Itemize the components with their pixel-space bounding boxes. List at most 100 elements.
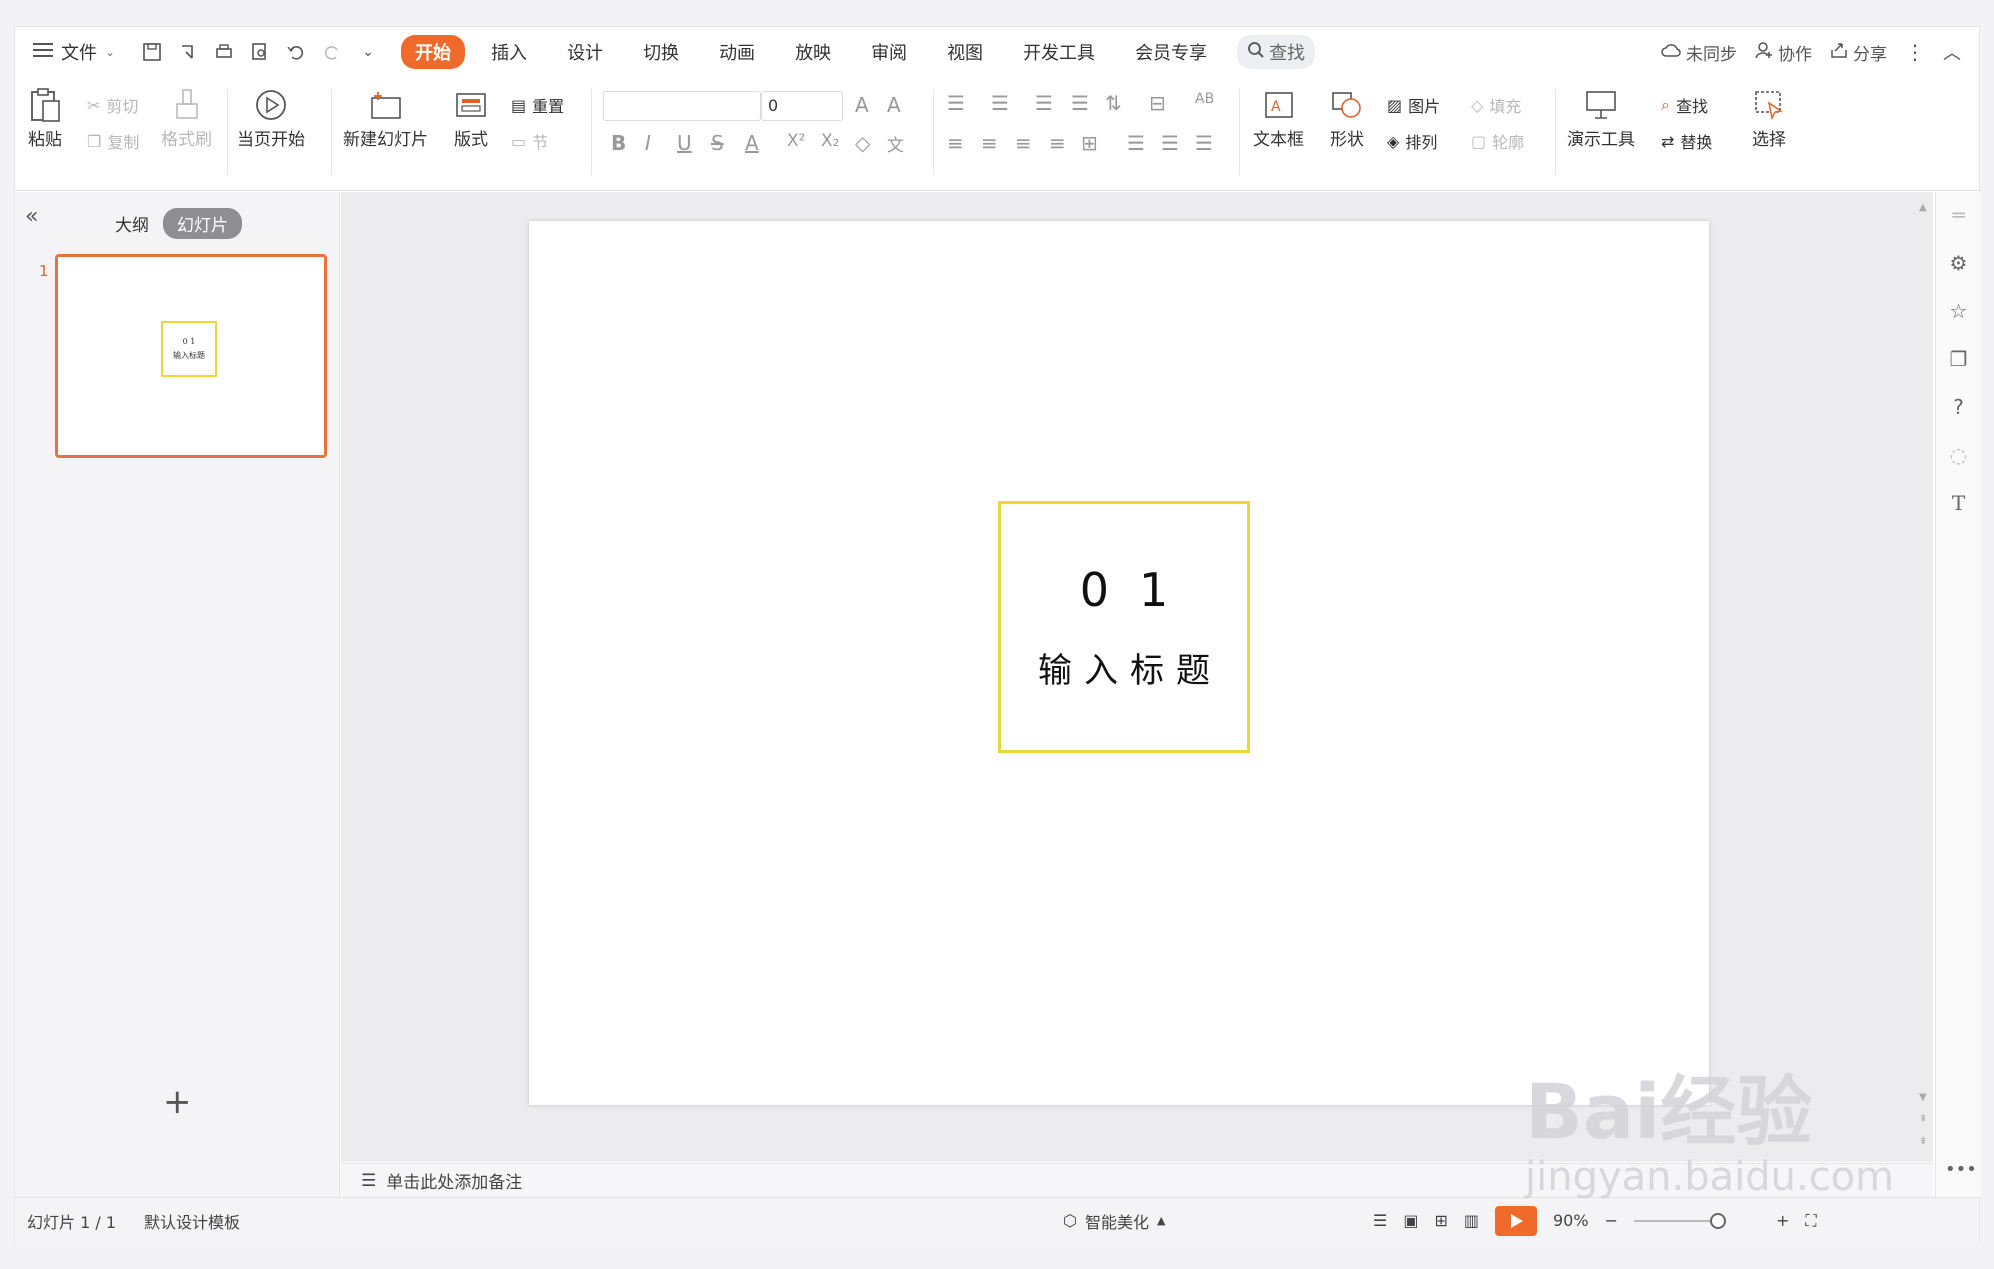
smart-beautify-button[interactable]: ⬡ 智能美化 ▲ bbox=[1063, 1209, 1165, 1233]
outline-button[interactable]: ▢ 轮廓 bbox=[1471, 129, 1524, 153]
collapse-pane-icon[interactable]: « bbox=[25, 204, 38, 229]
text-direction-icon[interactable]: ⇅ bbox=[1105, 91, 1122, 115]
numbered-list-icon[interactable]: ☰ bbox=[991, 91, 1009, 115]
increase-indent-icon[interactable]: ☰ bbox=[1071, 91, 1089, 115]
slide[interactable]: 01 输入标题 bbox=[529, 221, 1709, 1105]
decrease-font-icon[interactable]: A bbox=[887, 93, 901, 117]
phonetic-icon[interactable]: 文 bbox=[887, 131, 904, 156]
add-slide-icon[interactable]: + bbox=[163, 1082, 192, 1122]
subscript-icon[interactable]: X₂ bbox=[821, 131, 839, 151]
italic-icon[interactable]: I bbox=[645, 131, 651, 155]
picture-button[interactable]: ▨ 图片 bbox=[1387, 93, 1440, 117]
line-spacing-icon[interactable]: ☰ bbox=[1127, 131, 1145, 155]
fill-button[interactable]: ◇ 填充 bbox=[1471, 93, 1521, 117]
increase-font-icon[interactable]: A bbox=[855, 93, 869, 117]
tips-bulb-icon[interactable]: ◌ bbox=[1946, 442, 1972, 468]
print-icon[interactable] bbox=[211, 39, 237, 65]
tab-slideshow[interactable]: 放映 bbox=[781, 35, 845, 69]
tab-developer[interactable]: 开发工具 bbox=[1009, 35, 1109, 69]
tab-view[interactable]: 视图 bbox=[933, 35, 997, 69]
zoom-level[interactable]: 90% bbox=[1553, 1211, 1589, 1230]
distribute-icon[interactable]: ⊞ bbox=[1081, 131, 1098, 155]
font-size-combo[interactable]: 0 bbox=[761, 91, 843, 121]
slide-switch-icon[interactable]: ❐ bbox=[1946, 346, 1972, 372]
superscript-icon[interactable]: X² bbox=[787, 131, 805, 151]
find-button[interactable]: ⌕ 查找 bbox=[1661, 93, 1708, 117]
scroll-down-icon[interactable]: ▼ bbox=[1919, 1092, 1927, 1103]
tab-home[interactable]: 开始 bbox=[401, 35, 466, 69]
font-color-icon[interactable]: A bbox=[745, 131, 759, 155]
select-button[interactable]: 选择 bbox=[1749, 85, 1789, 150]
template-name[interactable]: 默认设计模板 bbox=[144, 1209, 240, 1233]
slide-sorter-icon[interactable]: ⊞ bbox=[1434, 1211, 1447, 1230]
section-button[interactable]: ▭ 节 bbox=[511, 129, 548, 153]
drag-handle-icon[interactable]: ═ bbox=[1946, 202, 1972, 228]
reading-view-icon[interactable]: ▥ bbox=[1464, 1211, 1479, 1230]
presentation-tools-button[interactable]: 演示工具 bbox=[1567, 85, 1635, 150]
file-menu[interactable]: 文件 ⌄ bbox=[33, 39, 115, 65]
scroll-up-icon[interactable]: ▲ bbox=[1919, 202, 1927, 213]
fit-window-icon[interactable]: ⛶ bbox=[1805, 1211, 1816, 1231]
tab-transitions[interactable]: 切换 bbox=[629, 35, 693, 69]
font-family-combo[interactable] bbox=[603, 91, 761, 121]
tab-slides[interactable]: 幻灯片 bbox=[163, 208, 242, 239]
align-text-icon[interactable]: ⊟ bbox=[1149, 91, 1166, 115]
align-right-icon[interactable]: ≡ bbox=[1015, 131, 1032, 155]
text-icon[interactable]: T bbox=[1946, 490, 1972, 516]
paragraph-spacing-icon[interactable]: ☰ bbox=[1161, 131, 1179, 155]
sync-status[interactable]: 未同步 bbox=[1661, 40, 1737, 65]
notes-toggle-icon[interactable]: ☰ bbox=[1373, 1211, 1387, 1230]
play-slideshow-button[interactable] bbox=[1495, 1205, 1537, 1236]
print-preview-icon[interactable] bbox=[247, 39, 273, 65]
columns-icon[interactable]: ☰ bbox=[1195, 131, 1213, 155]
more-vertical-icon[interactable]: ⋮ bbox=[1905, 40, 1925, 64]
shape-button[interactable]: 形状 bbox=[1327, 85, 1367, 150]
char-spacing-icon[interactable]: AB bbox=[1195, 91, 1214, 107]
reset-button[interactable]: ▤ 重置 bbox=[511, 93, 564, 117]
textbox-button[interactable]: A 文本框 bbox=[1253, 85, 1304, 150]
new-slide-button[interactable]: 新建幻灯片 bbox=[343, 85, 428, 150]
tab-animations[interactable]: 动画 bbox=[705, 35, 769, 69]
paste-button[interactable]: 粘贴 bbox=[25, 85, 65, 150]
tab-design[interactable]: 设计 bbox=[553, 35, 617, 69]
play-from-current-button[interactable]: 当页开始 bbox=[237, 85, 305, 150]
share-button[interactable]: 分享 bbox=[1830, 40, 1887, 65]
decrease-indent-icon[interactable]: ☰ bbox=[1035, 91, 1053, 115]
prev-slide-icon[interactable]: ⇞ bbox=[1919, 1114, 1927, 1125]
replace-button[interactable]: ⇄ 替换 bbox=[1661, 129, 1712, 153]
undo-icon[interactable] bbox=[283, 39, 309, 65]
properties-icon[interactable]: ⚙ bbox=[1946, 250, 1972, 276]
underline-icon[interactable]: U bbox=[677, 131, 692, 155]
strikethrough-icon[interactable]: S bbox=[711, 131, 724, 155]
zoom-in-icon[interactable]: + bbox=[1776, 1211, 1789, 1230]
search-command[interactable]: 查找 bbox=[1237, 35, 1316, 69]
redo-icon[interactable] bbox=[319, 39, 345, 65]
bullet-list-icon[interactable]: ☰ bbox=[947, 91, 965, 115]
zoom-slider[interactable] bbox=[1633, 1212, 1726, 1229]
title-box[interactable]: 01 输入标题 bbox=[998, 501, 1250, 753]
align-left-icon[interactable]: ≡ bbox=[947, 131, 964, 155]
align-center-icon[interactable]: ≡ bbox=[981, 131, 998, 155]
layout-button[interactable]: 版式 bbox=[451, 85, 491, 150]
format-painter-button[interactable]: 格式刷 bbox=[161, 85, 212, 150]
cut-button[interactable]: ✂ 剪切 bbox=[87, 93, 138, 117]
export-icon[interactable] bbox=[175, 39, 201, 65]
customize-quick-access-icon[interactable]: ⌄ bbox=[355, 39, 381, 65]
zoom-slider-knob[interactable] bbox=[1709, 1212, 1726, 1229]
justify-icon[interactable]: ≡ bbox=[1049, 131, 1066, 155]
normal-view-icon[interactable]: ▣ bbox=[1403, 1211, 1418, 1230]
vertical-scrollbar[interactable]: ▲ ▼ ⇞ ⇟ bbox=[1919, 202, 1931, 1162]
more-horizontal-icon[interactable]: ••• bbox=[1945, 1159, 1977, 1180]
help-icon[interactable]: ? bbox=[1946, 394, 1972, 420]
tab-outline[interactable]: 大纲 bbox=[115, 211, 149, 236]
collab-button[interactable]: 协作 bbox=[1755, 40, 1812, 65]
collapse-ribbon-icon[interactable]: ︿ bbox=[1943, 39, 1961, 65]
eraser-icon[interactable]: ◇ bbox=[855, 131, 870, 155]
zoom-out-icon[interactable]: − bbox=[1605, 1211, 1618, 1230]
save-icon[interactable] bbox=[139, 39, 165, 65]
bold-icon[interactable]: B bbox=[611, 131, 626, 155]
tab-member[interactable]: 会员专享 bbox=[1121, 35, 1221, 69]
arrange-button[interactable]: ◈ 排列 bbox=[1387, 129, 1437, 153]
copy-button[interactable]: ❐ 复制 bbox=[87, 129, 139, 153]
tab-review[interactable]: 审阅 bbox=[857, 35, 921, 69]
